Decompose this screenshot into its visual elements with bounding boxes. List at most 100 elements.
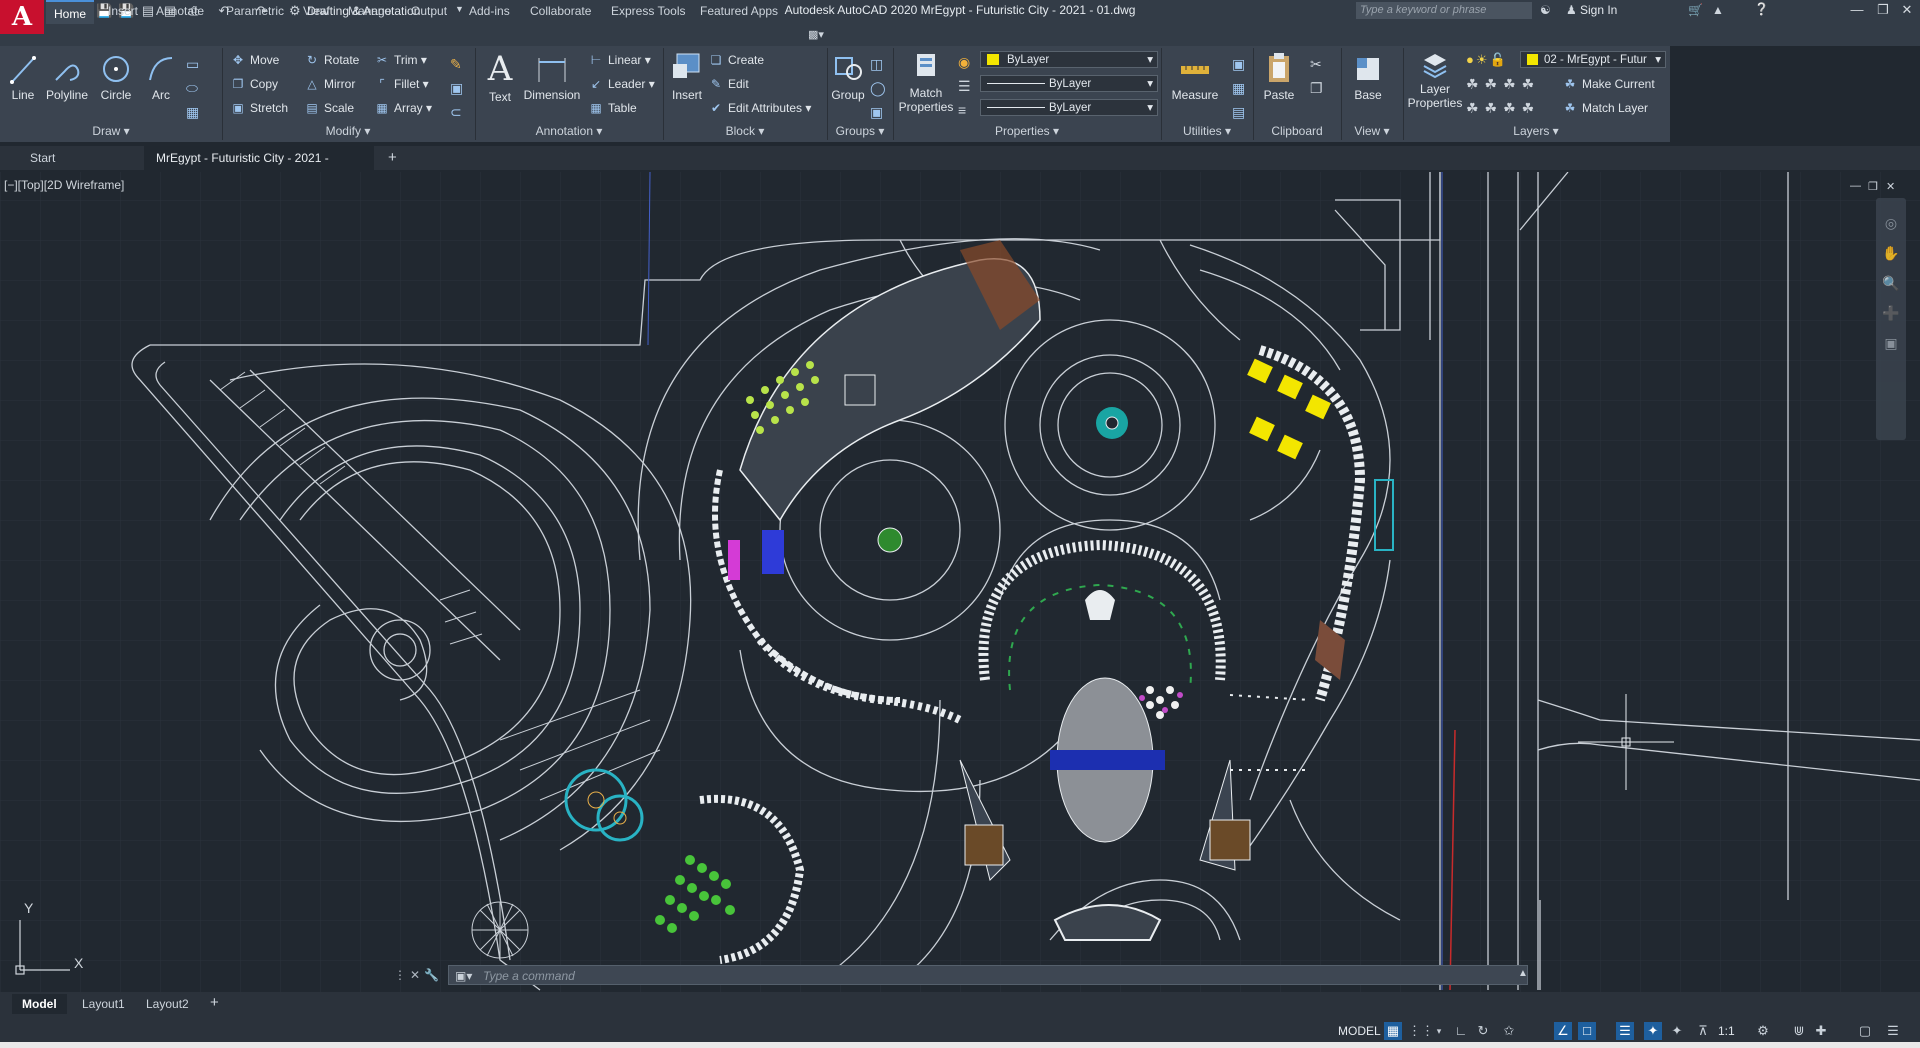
leader-button[interactable]: ↙ Leader ▾ (588, 74, 655, 94)
table-button[interactable]: ▦ Table (588, 98, 636, 118)
new-layout-icon[interactable]: + (210, 994, 219, 1011)
tab-output[interactable]: Output (411, 4, 447, 18)
stretch-button[interactable]: ▣ Stretch (230, 98, 288, 118)
tab-manage[interactable]: Manage (348, 4, 391, 18)
tab-model[interactable]: Model (12, 994, 67, 1014)
layer-dropdown[interactable]: 02 - MrEgypt - Futur ▾ (1520, 51, 1666, 68)
color-dropdown[interactable]: ByLayer ▾ (980, 51, 1158, 68)
block-panel-label[interactable]: Block ▾ (664, 124, 826, 140)
edit-attributes-button[interactable]: ✔ Edit Attributes ▾ (708, 98, 811, 118)
linear-button[interactable]: ⊢ Linear ▾ (588, 50, 651, 70)
cart-icon[interactable]: 🛒 (1688, 3, 1703, 17)
command-history-icon[interactable]: ▲ (1518, 968, 1528, 979)
rotate-button[interactable]: ↻ Rotate (304, 50, 359, 70)
text-button[interactable]: A Text (482, 50, 518, 104)
tab-drawing[interactable]: MrEgypt - Futuristic City - 2021 - 01*✕ (144, 146, 374, 189)
draw-panel-label[interactable]: Draw ▾ (0, 124, 222, 140)
tab-collaborate[interactable]: Collaborate (530, 4, 591, 18)
clean-screen-icon[interactable]: ▢ (1856, 1022, 1874, 1040)
annotation-scale-value[interactable]: 1:1 (1718, 1022, 1735, 1040)
tab-start[interactable]: Start (18, 146, 144, 170)
sign-in-button[interactable]: Sign In (1580, 3, 1617, 17)
ungroup-icon[interactable]: ◫ ◯ ▣ (870, 52, 886, 124)
edit-block-button[interactable]: ✎ Edit (708, 74, 749, 94)
restore-icon[interactable]: ❐ (1872, 2, 1894, 18)
trim-button[interactable]: ✂ Trim ▾ (374, 50, 427, 70)
snap-dropdown-icon[interactable]: ▾ (1430, 1022, 1448, 1040)
rectangle-icon[interactable]: ▭ ⬭ ▦ (186, 52, 199, 124)
tab-annotate[interactable]: Annotate (156, 4, 204, 18)
measure-button[interactable]: Measure (1166, 52, 1224, 102)
modify-panel-label[interactable]: Modify ▾ (222, 124, 474, 140)
autodesk-app-icon[interactable]: ▲ (1712, 3, 1724, 17)
circle-button[interactable]: Circle (98, 52, 134, 102)
tab-layout2[interactable]: Layout2 (136, 994, 199, 1014)
application-menu-button[interactable]: A (0, 0, 44, 34)
array-button[interactable]: ▦ Array ▾ (374, 98, 432, 118)
paste-button[interactable]: Paste (1258, 50, 1300, 102)
scale-button[interactable]: ▤ Scale (304, 98, 354, 118)
groups-panel-label[interactable]: Groups ▾ (828, 124, 892, 140)
isodraft-icon[interactable]: ✩ (1500, 1022, 1518, 1040)
copy-button[interactable]: ❐ Copy (230, 74, 278, 94)
dimension-button[interactable]: Dimension (522, 52, 582, 102)
match-properties-button[interactable]: Match Properties (898, 50, 954, 114)
tab-express-tools[interactable]: Express Tools (611, 4, 685, 18)
clipboard-panel-label[interactable]: Clipboard (1254, 124, 1340, 140)
line-button[interactable]: Line (6, 52, 40, 102)
hardware-acceleration-icon[interactable]: ✚ (1812, 1022, 1830, 1040)
isolate-objects-icon[interactable]: ⋓ (1790, 1022, 1808, 1040)
make-current-button[interactable]: ☘ Make Current (1562, 74, 1655, 94)
erase-icon[interactable]: ✎ ▣ ⊂ (450, 52, 463, 124)
model-space-button[interactable]: MODEL (1332, 1018, 1387, 1044)
annotation-visibility-icon[interactable]: ✦ (1644, 1022, 1662, 1040)
command-line-controls[interactable]: ⋮✕🔧 (394, 968, 443, 982)
arc-button[interactable]: Arc (144, 52, 178, 102)
ribbon-toggle-icon[interactable]: ▩▾ (808, 28, 824, 41)
pan-icon[interactable]: ✋ (1876, 238, 1906, 268)
tab-featured-apps[interactable]: Featured Apps (700, 4, 778, 18)
drawing-canvas[interactable] (0, 172, 1920, 992)
search-input[interactable]: Type a keyword or phrase (1356, 2, 1532, 19)
create-block-button[interactable]: ❏ Create (708, 50, 764, 70)
lineweight-icon[interactable]: ☰ (1616, 1022, 1634, 1040)
workspace-switch-icon[interactable]: ⚙ (1754, 1022, 1772, 1040)
viewport-controls[interactable]: [−][Top][2D Wireframe] (4, 178, 124, 192)
group-button[interactable]: Group (830, 50, 866, 102)
tab-layout1[interactable]: Layout1 (72, 994, 135, 1014)
layer-tools-row1[interactable]: ☘☘☘☘ (1466, 76, 1540, 93)
tab-insert[interactable]: Insert (108, 4, 138, 18)
quick-select-icon[interactable]: ▣ ▦ ▤ (1232, 52, 1245, 124)
linetype-dropdown[interactable]: ByLayer ▾ (980, 75, 1158, 92)
annotation-panel-label[interactable]: Annotation ▾ (476, 124, 662, 140)
annotation-scale-icon[interactable]: ⊼ (1694, 1022, 1712, 1040)
customization-menu-icon[interactable]: ☰ (1884, 1022, 1902, 1040)
lineweight-dropdown[interactable]: ByLayer ▾ (980, 99, 1158, 116)
match-layer-button[interactable]: ☘ Match Layer (1562, 98, 1648, 118)
insert-button[interactable]: Insert (668, 50, 706, 102)
layers-panel-label[interactable]: Layers ▾ (1404, 124, 1668, 140)
help-icon[interactable]: ❔ (1754, 2, 1769, 16)
grid-icon[interactable]: ▦ (1384, 1022, 1402, 1040)
polar-icon[interactable]: ↻ (1474, 1022, 1492, 1040)
utilities-panel-label[interactable]: Utilities ▾ (1162, 124, 1252, 140)
showmotion-icon[interactable]: ▣ (1876, 328, 1906, 358)
command-input[interactable]: ▣▾ Type a command (448, 965, 1528, 985)
tab-parametric[interactable]: Parametric (226, 4, 284, 18)
layer-state-icons[interactable]: ●☀🔓 (1466, 52, 1508, 68)
object-snap-tracking-icon[interactable]: ∠ (1554, 1022, 1572, 1040)
tab-view[interactable]: View (303, 4, 329, 18)
zoom-icon[interactable]: 🔍 (1876, 268, 1906, 298)
auto-scale-icon[interactable]: ✦ (1668, 1022, 1686, 1040)
viewport-restore-icon[interactable]: ❐ (1868, 180, 1878, 193)
fillet-button[interactable]: ⌜ Fillet ▾ (374, 74, 429, 94)
viewport-close-icon[interactable]: ✕ (1886, 180, 1895, 193)
new-tab-icon[interactable]: + (388, 149, 397, 166)
minimize-icon[interactable]: — (1846, 2, 1868, 17)
tab-add-ins[interactable]: Add-ins (469, 4, 510, 18)
ortho-icon[interactable]: ∟ (1452, 1022, 1470, 1040)
view-panel-label[interactable]: View ▾ (1342, 124, 1402, 140)
base-button[interactable]: Base (1348, 50, 1388, 102)
properties-panel-label[interactable]: Properties ▾ (894, 124, 1160, 140)
object-snap-icon[interactable]: □ (1578, 1022, 1596, 1040)
